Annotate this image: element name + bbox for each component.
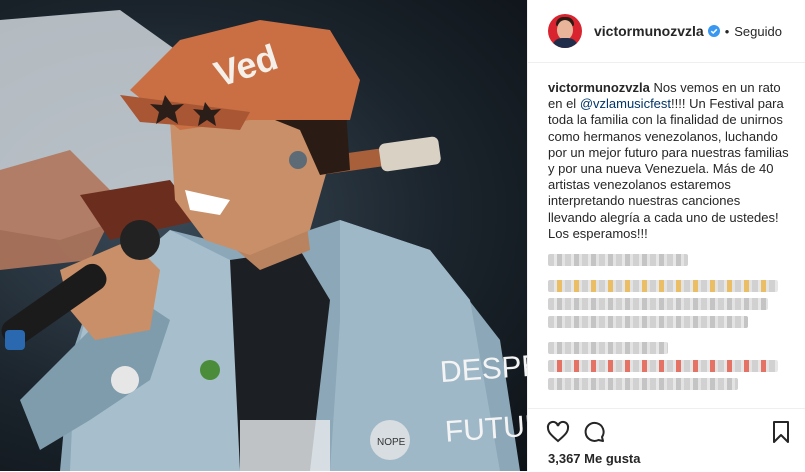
follow-status-button[interactable]: Seguido xyxy=(734,24,782,39)
post-photo[interactable]: Ved DESPE FUTUR NOPE xyxy=(0,0,527,471)
jacket-text-1: DESPE xyxy=(439,349,527,389)
blurred-comment xyxy=(548,360,778,373)
post-actions: 3,367 Me gusta xyxy=(528,408,805,471)
blurred-comment xyxy=(548,342,668,355)
singer-photo-illustration: Ved DESPE FUTUR NOPE xyxy=(0,10,527,471)
header-username[interactable]: victormunozvzla xyxy=(594,23,704,39)
instagram-post: Ved DESPE FUTUR NOPE victormunozvzla • S… xyxy=(0,0,805,471)
separator-dot: • xyxy=(724,23,730,39)
bookmark-icon[interactable] xyxy=(769,420,793,444)
blurred-comment xyxy=(548,298,768,311)
caption-mention-link[interactable]: @vzlamusicfest xyxy=(580,96,671,111)
blurred-comment xyxy=(548,378,738,391)
blurred-comment xyxy=(548,254,688,267)
caption-text-end: !!!! Un Festival para toda la familia co… xyxy=(548,96,789,241)
post-header: victormunozvzla • Seguido xyxy=(528,0,805,63)
user-avatar[interactable] xyxy=(548,14,582,48)
verified-badge-icon xyxy=(707,25,720,37)
comment-icon[interactable] xyxy=(582,420,606,444)
patch-text: NOPE xyxy=(377,437,406,448)
likes-count[interactable]: 3,367 Me gusta xyxy=(528,445,805,472)
post-caption: victormunozvzla Nos vemos en un rato en … xyxy=(528,63,805,242)
caption-username[interactable]: victormunozvzla xyxy=(548,80,650,95)
post-side-panel: victormunozvzla • Seguido victormunozvzl… xyxy=(527,0,805,471)
blurred-comment xyxy=(548,316,748,329)
jacket-text-2: FUTUR xyxy=(444,409,527,449)
blurred-comments xyxy=(528,254,805,391)
heart-icon[interactable] xyxy=(546,420,570,444)
blurred-comment xyxy=(548,280,778,293)
